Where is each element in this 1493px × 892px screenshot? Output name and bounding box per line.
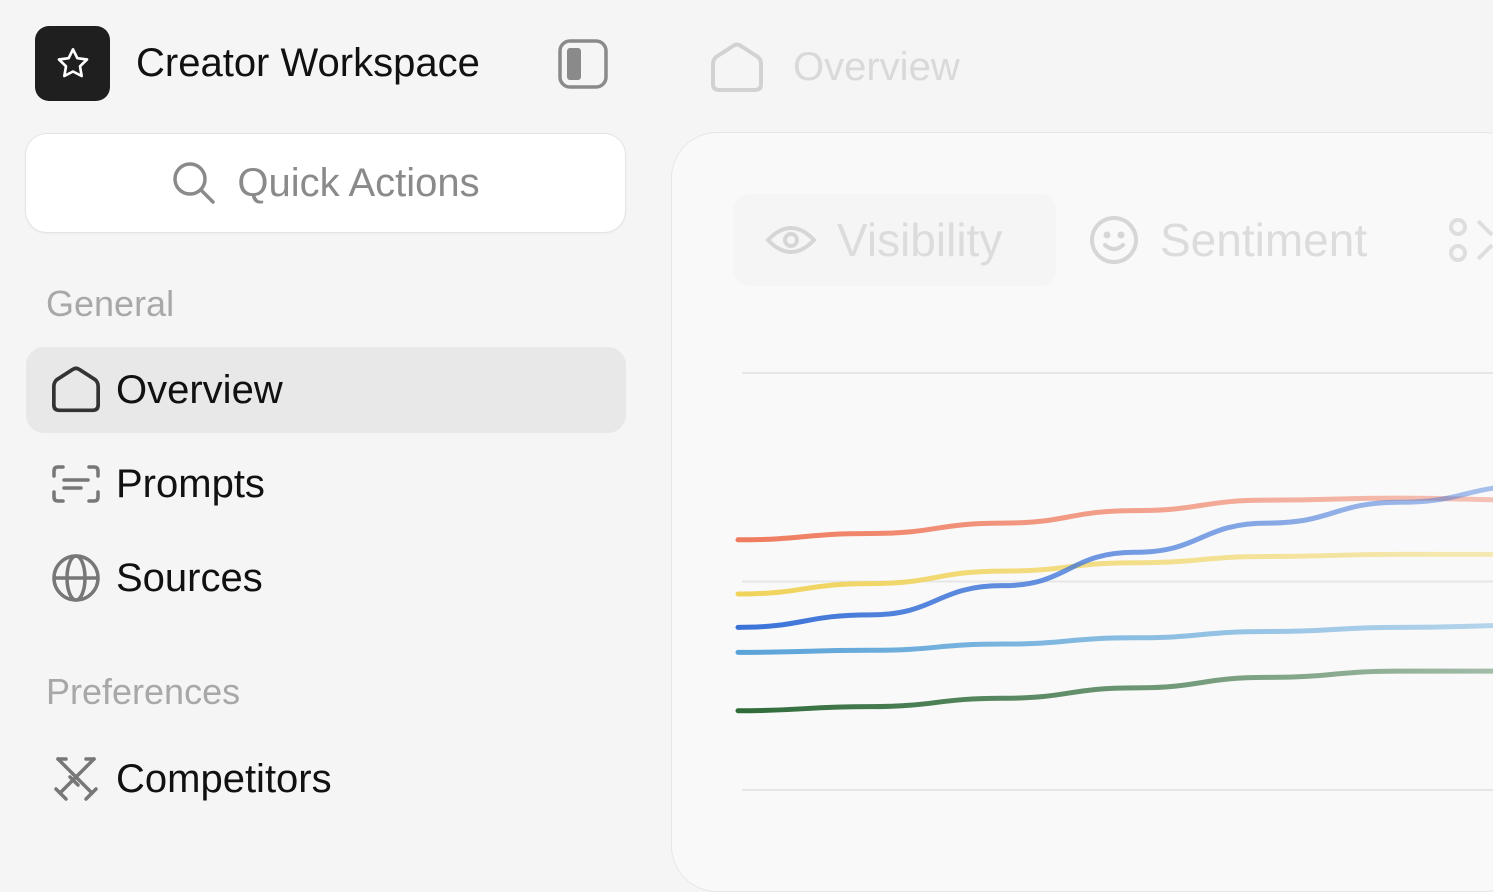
- quick-actions-label: Quick Actions: [237, 160, 480, 205]
- sidebar-item-label: Overview: [116, 367, 283, 412]
- sidebar-item-prompts[interactable]: Prompts: [26, 441, 626, 527]
- visibility-line-chart: [735, 372, 1493, 791]
- app-title: Creator Workspace: [136, 41, 480, 85]
- sidebar-item-label: Sources: [116, 555, 263, 600]
- section-label-preferences: Preferences: [46, 671, 241, 712]
- sidebar-item-competitors[interactable]: Competitors: [26, 736, 626, 822]
- star-icon: [57, 47, 88, 77]
- swords-icon: [50, 753, 102, 805]
- sidebar-panel-icon: [558, 39, 608, 89]
- breadcrumb-title: Overview: [793, 45, 960, 89]
- quick-actions-button[interactable]: Quick Actions: [25, 133, 626, 233]
- prompts-icon: [50, 458, 102, 510]
- series-line-4: [735, 623, 1493, 655]
- globe-icon: [50, 552, 102, 604]
- search-icon: [173, 162, 216, 204]
- breadcrumb-home-icon: [709, 42, 765, 94]
- home-icon: [50, 364, 102, 416]
- sidebar-item-sources[interactable]: Sources: [26, 535, 626, 621]
- section-label-general: General: [46, 283, 175, 324]
- series-line-2: [735, 551, 1493, 597]
- sidebar-toggle-button[interactable]: [558, 39, 608, 89]
- main-panel: Visibility Sentiment: [671, 132, 1493, 892]
- series-line-5: [735, 668, 1493, 714]
- sidebar-item-label: Competitors: [116, 756, 332, 801]
- sidebar-item-label: Prompts: [116, 461, 265, 506]
- app-logo[interactable]: [35, 26, 110, 101]
- sidebar-item-overview[interactable]: Overview: [26, 347, 626, 433]
